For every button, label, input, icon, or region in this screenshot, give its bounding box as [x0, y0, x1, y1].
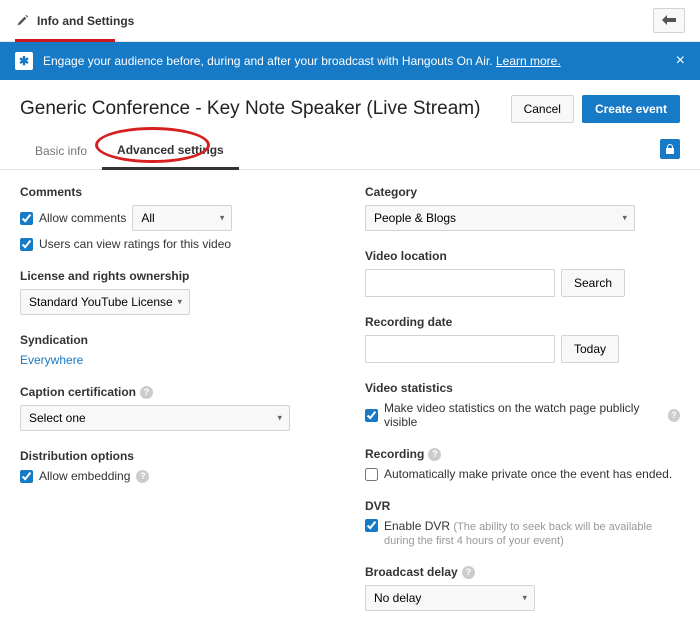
caption-section: Caption certification? Select one [20, 385, 335, 431]
help-icon[interactable]: ? [140, 386, 153, 399]
syndication-section: Syndication Everywhere [20, 333, 335, 367]
ratings-checkbox[interactable] [20, 238, 33, 251]
recording-date-section: Recording date Today [365, 315, 680, 363]
stats-title: Video statistics [365, 381, 680, 395]
allow-comments-label: Allow comments [39, 211, 126, 225]
delay-select[interactable]: No delay [365, 585, 535, 611]
location-title: Video location [365, 249, 680, 263]
ratings-label: Users can view ratings for this video [39, 237, 231, 251]
allow-embedding-checkbox[interactable] [20, 470, 33, 483]
search-button[interactable]: Search [561, 269, 625, 297]
distribution-section: Distribution options Allow embedding ? [20, 449, 335, 483]
comments-filter-select[interactable]: All [132, 205, 232, 231]
location-section: Video location Search [365, 249, 680, 297]
page-header: Generic Conference - Key Note Speaker (L… [0, 80, 700, 133]
license-section: License and rights ownership Standard Yo… [20, 269, 335, 315]
category-section: Category People & Blogs [365, 185, 680, 231]
category-select[interactable]: People & Blogs [365, 205, 635, 231]
license-select[interactable]: Standard YouTube License [20, 289, 190, 315]
stats-section: Video statistics Make video statistics o… [365, 381, 680, 429]
today-button[interactable]: Today [561, 335, 619, 363]
recording-date-title: Recording date [365, 315, 680, 329]
syndication-value[interactable]: Everywhere [20, 353, 335, 367]
allow-comments-checkbox[interactable] [20, 212, 33, 225]
allow-embedding-label: Allow embedding [39, 469, 130, 483]
recording-title: Recording [365, 447, 424, 461]
pencil-icon [15, 14, 29, 28]
page-title: Generic Conference - Key Note Speaker (L… [20, 98, 480, 120]
dvr-title: DVR [365, 499, 680, 513]
auto-private-label: Automatically make private once the even… [384, 467, 672, 481]
info-banner: ✱ Engage your audience before, during an… [0, 42, 700, 80]
delay-section: Broadcast delay? No delay [365, 565, 680, 611]
distribution-title: Distribution options [20, 449, 335, 463]
star-icon: ✱ [15, 52, 33, 70]
topbar-title: Info and Settings [37, 14, 134, 28]
help-icon[interactable]: ? [428, 448, 441, 461]
delay-title: Broadcast delay [365, 565, 458, 579]
syndication-title: Syndication [20, 333, 335, 347]
recording-section: Recording? Automatically make private on… [365, 447, 680, 481]
recording-date-input[interactable] [365, 335, 555, 363]
category-title: Category [365, 185, 680, 199]
topbar: Info and Settings [0, 0, 700, 42]
cancel-button[interactable]: Cancel [511, 95, 574, 123]
tab-advanced-settings[interactable]: Advanced settings [102, 133, 239, 170]
license-title: License and rights ownership [20, 269, 335, 283]
location-input[interactable] [365, 269, 555, 297]
tab-basic-info[interactable]: Basic info [20, 134, 102, 168]
dvr-section: DVR Enable DVR (The ability to seek back… [365, 499, 680, 547]
comments-title: Comments [20, 185, 335, 199]
comments-section: Comments Allow comments All Users can vi… [20, 185, 335, 251]
right-column: Category People & Blogs Video location S… [365, 185, 680, 629]
banner-text: Engage your audience before, during and … [43, 54, 493, 68]
create-event-button[interactable]: Create event [582, 95, 680, 123]
auto-private-checkbox[interactable] [365, 468, 378, 481]
caption-title: Caption certification [20, 385, 136, 399]
left-column: Comments Allow comments All Users can vi… [20, 185, 335, 629]
back-button[interactable] [653, 8, 685, 33]
help-icon[interactable]: ? [136, 470, 149, 483]
banner-link[interactable]: Learn more. [496, 54, 561, 68]
enable-dvr-checkbox[interactable] [365, 519, 378, 532]
lock-icon[interactable] [660, 139, 680, 159]
enable-dvr-label: Enable DVR [384, 519, 450, 533]
stats-visible-checkbox[interactable] [365, 409, 378, 422]
help-icon[interactable]: ? [462, 566, 475, 579]
tabs: Basic info Advanced settings [0, 133, 700, 170]
stats-visible-label: Make video statistics on the watch page … [384, 401, 662, 429]
caption-select[interactable]: Select one [20, 405, 290, 431]
help-icon[interactable]: ? [668, 409, 680, 422]
content: Comments Allow comments All Users can vi… [0, 170, 700, 644]
close-icon[interactable]: × [676, 52, 685, 70]
